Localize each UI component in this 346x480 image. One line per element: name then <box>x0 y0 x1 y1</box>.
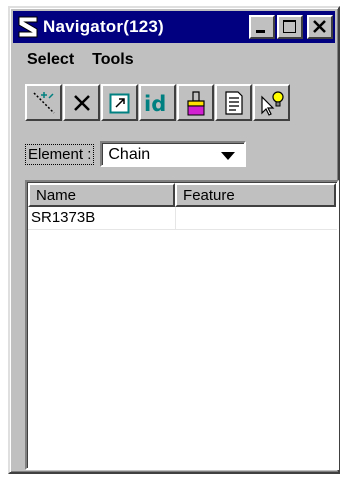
id-icon: id <box>144 92 166 116</box>
navigator-window: Navigator(123) Select Tools id Element:… <box>8 6 340 474</box>
paint-bucket-icon <box>186 90 205 115</box>
column-header-feature[interactable]: Feature <box>175 183 336 207</box>
menu-bar: Select Tools <box>13 46 335 74</box>
maximize-icon <box>283 20 296 33</box>
minimize-icon <box>256 30 265 33</box>
delete-button[interactable] <box>63 84 100 121</box>
document-icon <box>224 90 243 115</box>
list-row[interactable]: SR1373B <box>28 207 337 230</box>
open-window-button[interactable] <box>101 84 138 121</box>
minimize-button[interactable] <box>249 15 275 39</box>
maximize-button[interactable] <box>277 15 303 39</box>
open-window-icon <box>109 93 129 113</box>
menu-tools[interactable]: Tools <box>84 51 141 69</box>
document-button[interactable] <box>215 84 252 121</box>
element-type-dropdown[interactable]: Chain <box>100 141 247 167</box>
element-label: Element : <box>25 143 95 165</box>
navigator-app-icon <box>15 13 41 41</box>
element-list[interactable]: Name Feature SR1373B <box>25 180 339 470</box>
id-button[interactable]: id <box>139 84 176 121</box>
cell-feature <box>176 207 336 229</box>
pointer-bulb-button[interactable] <box>253 84 290 121</box>
dropdown-arrow-icon[interactable] <box>220 151 236 161</box>
toolbar: id <box>25 84 291 121</box>
menu-select[interactable]: Select <box>19 51 82 69</box>
close-icon <box>313 20 326 33</box>
pointer-bulb-icon <box>260 90 284 116</box>
list-header: Name Feature <box>28 183 336 207</box>
magic-wand-icon <box>32 91 55 114</box>
element-type-value: Chain <box>108 146 151 163</box>
magic-wand-button[interactable] <box>25 84 62 121</box>
column-header-name[interactable]: Name <box>28 183 176 207</box>
close-button[interactable] <box>307 15 333 39</box>
window-title: Navigator(123) <box>43 17 164 36</box>
paint-bucket-button[interactable] <box>177 84 214 121</box>
x-delete-icon <box>73 94 90 111</box>
title-bar[interactable]: Navigator(123) <box>13 11 335 43</box>
cell-name: SR1373B <box>28 207 176 229</box>
element-filter-row: Element : Chain <box>25 141 247 167</box>
svg-text:id: id <box>144 92 166 116</box>
